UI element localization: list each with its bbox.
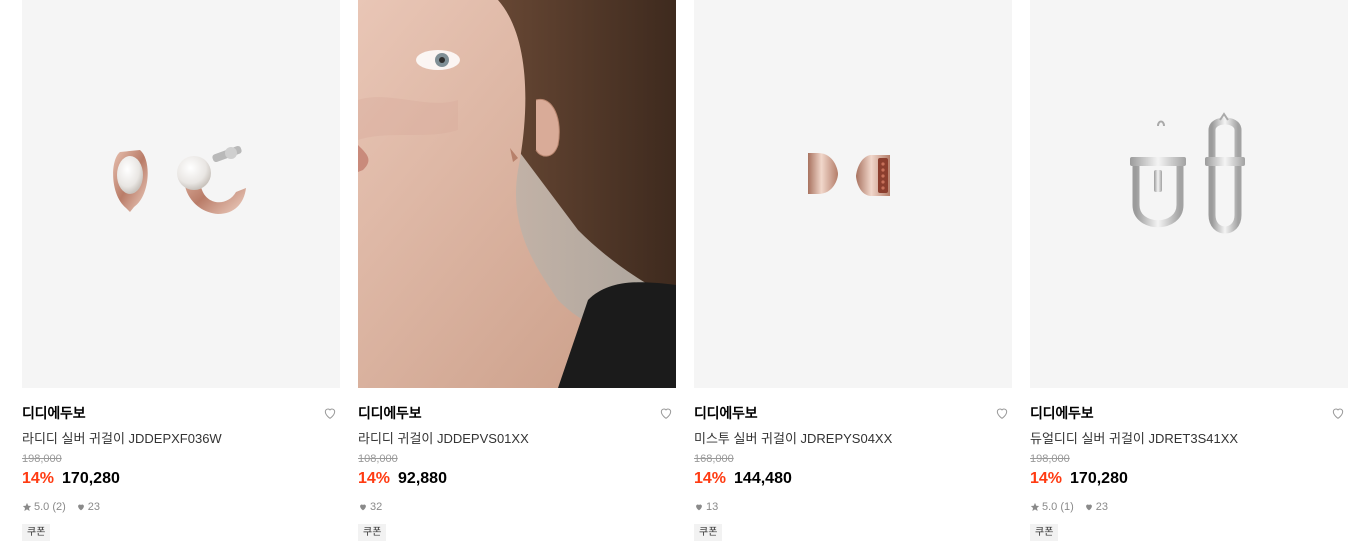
heart-icon[interactable] bbox=[994, 405, 1010, 421]
coupon-badge: 쿠폰 bbox=[694, 524, 723, 541]
heart-filled-icon bbox=[360, 504, 366, 511]
coupon-badge: 쿠폰 bbox=[358, 524, 387, 541]
heart-filled-icon bbox=[696, 504, 702, 511]
coupon-badge: 쿠폰 bbox=[1030, 524, 1059, 541]
product-grid: 디디에두보 라디디 실버 귀걸이 JDDEPXF036W 198,000 14%… bbox=[22, 0, 1348, 541]
likes-count: 23 bbox=[1095, 501, 1109, 513]
discount-rate: 14% bbox=[22, 470, 55, 487]
coupon-badge: 쿠폰 bbox=[22, 524, 51, 541]
likes-count: 13 bbox=[706, 501, 719, 513]
original-price: 168,000 bbox=[694, 453, 734, 465]
original-price: 198,000 bbox=[1030, 453, 1070, 465]
product-card[interactable]: 디디에두보 듀얼디디 실버 귀걸이 JDRET3S41XX 198,000 14… bbox=[1030, 0, 1348, 541]
rating-text: 5.0 (1) bbox=[1042, 501, 1074, 513]
product-card[interactable]: 디디에두보 라디디 귀걸이 JDDEPVS01XX 108,000 14% 92… bbox=[358, 0, 676, 541]
heart-icon[interactable] bbox=[658, 405, 674, 421]
heart-icon[interactable] bbox=[1330, 405, 1346, 421]
heart-filled-icon bbox=[77, 504, 84, 511]
brand-name[interactable]: 디디에두보 bbox=[694, 403, 758, 423]
heart-icon[interactable] bbox=[322, 405, 338, 421]
star-icon bbox=[22, 502, 32, 511]
product-name[interactable]: 라디디 귀걸이 JDDEPVS01XX bbox=[358, 428, 676, 446]
brand-name[interactable]: 디디에두보 bbox=[22, 403, 86, 423]
discount-rate: 14% bbox=[694, 470, 727, 487]
product-card[interactable]: 디디에두보 라디디 실버 귀걸이 JDDEPXF036W 198,000 14%… bbox=[22, 0, 340, 541]
sale-price: 170,280 bbox=[62, 470, 120, 487]
product-image[interactable] bbox=[1030, 0, 1348, 388]
original-price: 198,000 bbox=[22, 453, 62, 465]
brand-name[interactable]: 디디에두보 bbox=[358, 403, 422, 423]
likes-count: 32 bbox=[370, 501, 383, 513]
sale-price: 92,880 bbox=[398, 470, 447, 487]
sale-price: 144,480 bbox=[734, 470, 792, 487]
product-image[interactable] bbox=[22, 0, 340, 388]
likes-count: 23 bbox=[87, 501, 101, 513]
brand-name[interactable]: 디디에두보 bbox=[1030, 403, 1094, 423]
product-name[interactable]: 라디디 실버 귀걸이 JDDEPXF036W bbox=[22, 428, 340, 446]
star-icon bbox=[1030, 502, 1040, 511]
discount-rate: 14% bbox=[358, 470, 391, 487]
product-card[interactable]: 디디에두보 미스투 실버 귀걸이 JDREPYS04XX 168,000 14%… bbox=[694, 0, 1012, 541]
product-name[interactable]: 듀얼디디 실버 귀걸이 JDRET3S41XX bbox=[1030, 428, 1348, 446]
original-price: 108,000 bbox=[358, 453, 398, 465]
product-image[interactable] bbox=[358, 0, 676, 388]
heart-filled-icon bbox=[1085, 504, 1092, 511]
product-image[interactable] bbox=[694, 0, 1012, 388]
discount-rate: 14% bbox=[1030, 470, 1063, 487]
rating-text: 5.0 (2) bbox=[34, 501, 66, 513]
product-name[interactable]: 미스투 실버 귀걸이 JDREPYS04XX bbox=[694, 428, 1012, 446]
sale-price: 170,280 bbox=[1070, 470, 1128, 487]
